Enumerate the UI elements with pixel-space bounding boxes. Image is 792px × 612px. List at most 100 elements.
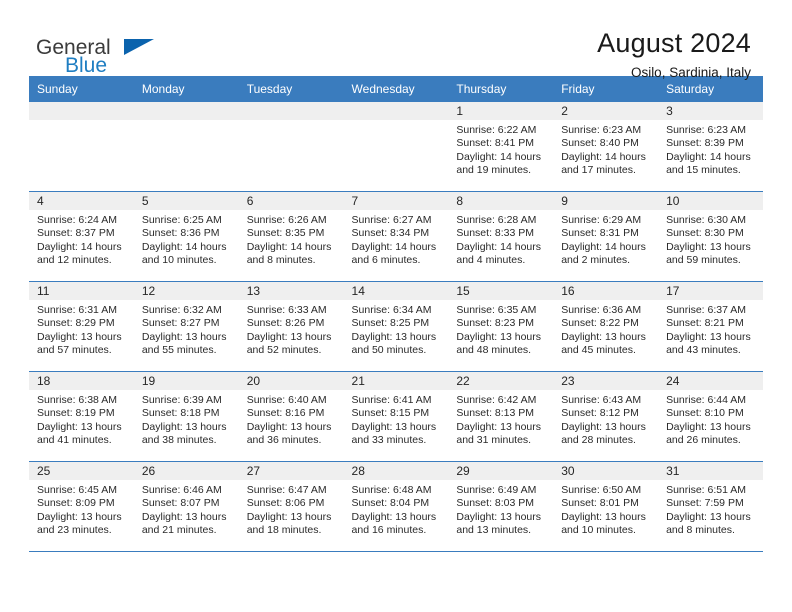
day-cell-inner: 20 Sunrise: 6:40 AM Sunset: 8:16 PM Dayligh… [238, 372, 344, 461]
day-number: 26 [133, 462, 239, 480]
day-detail-line: Daylight: 13 hours [351, 420, 437, 433]
weekday-header-wednesday: Wednesday [343, 76, 449, 102]
day-number: 19 [133, 372, 239, 390]
calendar-day-cell[interactable]: 22 Sunrise: 6:42 AM Sunset: 8:13 PM Dayligh… [448, 371, 554, 462]
day-cell-inner: 29 Sunrise: 6:49 AM Sunset: 8:03 PM Dayligh… [448, 462, 554, 551]
calendar-day-cell[interactable]: 9 Sunrise: 6:29 AM Sunset: 8:31 PM Daylight… [553, 191, 659, 282]
day-sun-details: Sunrise: 6:46 AM Sunset: 8:07 PM Daylight:… [134, 480, 239, 537]
day-sun-details: Sunrise: 6:22 AM Sunset: 8:41 PM Daylight:… [448, 120, 553, 177]
day-number: 8 [448, 192, 554, 210]
day-cell-inner: 25 Sunrise: 6:45 AM Sunset: 8:09 PM Dayligh… [29, 462, 134, 551]
calendar-day-cell[interactable]: 16 Sunrise: 6:36 AM Sunset: 8:22 PM Dayligh… [553, 281, 659, 372]
day-number: 21 [343, 372, 449, 390]
day-detail-line: and 23 minutes. [37, 523, 112, 536]
calendar-day-cell[interactable]: 15 Sunrise: 6:35 AM Sunset: 8:23 PM Dayligh… [448, 281, 554, 372]
day-detail-line: Sunrise: 6:30 AM [666, 214, 747, 226]
day-cell-inner: 14 Sunrise: 6:34 AM Sunset: 8:25 PM Dayligh… [343, 282, 449, 371]
day-sun-details: Sunrise: 6:33 AM Sunset: 8:26 PM Daylight:… [239, 300, 344, 357]
calendar-day-cell[interactable]: 7 Sunrise: 6:27 AM Sunset: 8:34 PM Daylight… [343, 191, 449, 282]
day-number [29, 102, 134, 120]
day-detail-line: and 26 minutes. [666, 433, 741, 446]
day-detail-line: Sunset: 8:22 PM [561, 317, 639, 330]
day-number: 22 [448, 372, 554, 390]
day-detail-line: and 43 minutes. [666, 343, 741, 356]
calendar-day-cell[interactable]: 17 Sunrise: 6:37 AM Sunset: 8:21 PM Dayligh… [658, 281, 763, 372]
day-detail-line: Sunrise: 6:41 AM [351, 394, 432, 406]
day-detail-line: and 6 minutes. [351, 253, 421, 266]
calendar-day-cell[interactable]: 11 Sunrise: 6:31 AM Sunset: 8:29 PM Dayligh… [29, 281, 134, 372]
day-sun-details: Sunrise: 6:29 AM Sunset: 8:31 PM Daylight:… [553, 210, 658, 267]
brand-logo[interactable]: General Blue [30, 28, 180, 78]
day-detail-line: Daylight: 13 hours [351, 510, 437, 523]
day-cell-inner: 2 Sunrise: 6:23 AM Sunset: 8:40 PM Daylight… [553, 102, 659, 191]
day-number: 15 [448, 282, 554, 300]
calendar-day-cell[interactable]: 26 Sunrise: 6:46 AM Sunset: 8:07 PM Dayligh… [133, 461, 239, 551]
day-detail-line: Daylight: 13 hours [456, 330, 542, 343]
day-detail-line: Daylight: 13 hours [351, 330, 437, 343]
calendar-day-cell[interactable]: 5 Sunrise: 6:25 AM Sunset: 8:36 PM Daylight… [133, 191, 239, 282]
day-cell-inner: 12 Sunrise: 6:32 AM Sunset: 8:27 PM Dayligh… [133, 282, 239, 371]
day-cell-inner: 26 Sunrise: 6:46 AM Sunset: 8:07 PM Dayligh… [133, 462, 239, 551]
day-detail-line: Sunset: 8:30 PM [666, 227, 744, 240]
page-title: August 2024 [597, 28, 751, 58]
calendar-day-cell[interactable]: 28 Sunrise: 6:48 AM Sunset: 8:04 PM Dayligh… [343, 461, 449, 551]
calendar-day-cell[interactable]: 12 Sunrise: 6:32 AM Sunset: 8:27 PM Dayligh… [133, 281, 239, 372]
day-cell-inner: 28 Sunrise: 6:48 AM Sunset: 8:04 PM Dayligh… [343, 462, 449, 551]
weekday-header-thursday: Thursday [448, 76, 554, 102]
calendar-day-cell[interactable]: 23 Sunrise: 6:43 AM Sunset: 8:12 PM Dayligh… [553, 371, 659, 462]
day-cell-inner [343, 102, 449, 191]
day-detail-line: and 2 minutes. [561, 253, 631, 266]
calendar-day-cell[interactable]: 1 Sunrise: 6:22 AM Sunset: 8:41 PM Daylight… [448, 102, 554, 192]
day-detail-line: Sunset: 8:19 PM [37, 407, 115, 420]
calendar-day-cell[interactable]: 2 Sunrise: 6:23 AM Sunset: 8:40 PM Daylight… [553, 102, 659, 192]
calendar-day-cell[interactable]: 30 Sunrise: 6:50 AM Sunset: 8:01 PM Dayligh… [553, 461, 659, 551]
day-detail-line: Sunset: 8:25 PM [351, 317, 430, 330]
calendar-table: Sunday Monday Tuesday Wednesday Thursday Frid… [29, 76, 763, 551]
day-detail-line: Sunrise: 6:23 AM [561, 124, 642, 136]
calendar-day-cell[interactable]: 18 Sunrise: 6:38 AM Sunset: 8:19 PM Dayligh… [29, 371, 134, 462]
day-detail-line: Sunrise: 6:36 AM [561, 304, 642, 316]
calendar-day-cell[interactable]: 4 Sunrise: 6:24 AM Sunset: 8:37 PM Daylight… [29, 191, 134, 282]
day-detail-line: Daylight: 13 hours [666, 420, 751, 433]
day-detail-line: Sunrise: 6:22 AM [456, 124, 537, 136]
calendar-week-row: 25 Sunrise: 6:45 AM Sunset: 8:09 PM Dayligh… [29, 461, 763, 551]
day-number: 12 [133, 282, 239, 300]
calendar-day-cell[interactable]: 27 Sunrise: 6:47 AM Sunset: 8:06 PM Dayligh… [238, 461, 344, 551]
day-number [343, 102, 449, 120]
day-detail-line: Sunset: 8:23 PM [456, 317, 535, 330]
day-sun-details [344, 120, 449, 124]
day-sun-details [29, 120, 134, 124]
calendar-day-cell[interactable]: 31 Sunrise: 6:51 AM Sunset: 7:59 PM Dayligh… [658, 461, 763, 551]
calendar-day-cell[interactable]: 20 Sunrise: 6:40 AM Sunset: 8:16 PM Dayligh… [238, 371, 344, 462]
day-number: 10 [658, 192, 763, 210]
day-sun-details: Sunrise: 6:30 AM Sunset: 8:30 PM Daylight:… [658, 210, 763, 267]
calendar-day-cell[interactable]: 24 Sunrise: 6:44 AM Sunset: 8:10 PM Dayligh… [658, 371, 763, 462]
calendar-day-cell[interactable]: 19 Sunrise: 6:39 AM Sunset: 8:18 PM Dayligh… [133, 371, 239, 462]
calendar-day-cell[interactable]: 21 Sunrise: 6:41 AM Sunset: 8:15 PM Dayligh… [343, 371, 449, 462]
day-number: 3 [658, 102, 763, 120]
calendar-day-cell[interactable]: 10 Sunrise: 6:30 AM Sunset: 8:30 PM Dayligh… [658, 191, 763, 282]
day-cell-inner: 31 Sunrise: 6:51 AM Sunset: 7:59 PM Dayligh… [658, 462, 763, 551]
day-detail-line: Sunrise: 6:38 AM [37, 394, 117, 406]
calendar-week-row: 11 Sunrise: 6:31 AM Sunset: 8:29 PM Dayligh… [29, 281, 763, 372]
day-detail-line: Daylight: 14 hours [561, 150, 646, 163]
weekday-header-sunday: Sunday [29, 76, 134, 102]
day-cell-inner: 13 Sunrise: 6:33 AM Sunset: 8:26 PM Dayligh… [238, 282, 344, 371]
calendar-day-cell[interactable]: 14 Sunrise: 6:34 AM Sunset: 8:25 PM Dayligh… [343, 281, 449, 372]
day-detail-line: Daylight: 13 hours [561, 330, 646, 343]
calendar-day-cell[interactable]: 8 Sunrise: 6:28 AM Sunset: 8:33 PM Daylight… [448, 191, 554, 282]
day-sun-details: Sunrise: 6:40 AM Sunset: 8:16 PM Daylight:… [239, 390, 344, 447]
day-detail-line: Daylight: 14 hours [246, 240, 332, 253]
day-sun-details: Sunrise: 6:32 AM Sunset: 8:27 PM Daylight:… [134, 300, 239, 357]
day-detail-line: Sunrise: 6:51 AM [666, 484, 747, 496]
calendar-day-cell[interactable]: 29 Sunrise: 6:49 AM Sunset: 8:03 PM Dayligh… [448, 461, 554, 551]
calendar-day-cell[interactable]: 25 Sunrise: 6:45 AM Sunset: 8:09 PM Dayligh… [29, 461, 134, 551]
day-detail-line: Sunset: 8:01 PM [561, 497, 639, 510]
calendar-day-cell[interactable]: 6 Sunrise: 6:26 AM Sunset: 8:35 PM Daylight… [238, 191, 344, 282]
calendar-day-cell[interactable]: 13 Sunrise: 6:33 AM Sunset: 8:26 PM Dayligh… [238, 281, 344, 372]
calendar-day-cell[interactable]: 3 Sunrise: 6:23 AM Sunset: 8:39 PM Daylight… [658, 102, 763, 192]
day-sun-details: Sunrise: 6:39 AM Sunset: 8:18 PM Daylight:… [134, 390, 239, 447]
day-detail-line: Daylight: 13 hours [561, 510, 646, 523]
day-detail-line: Sunset: 8:37 PM [37, 227, 115, 240]
day-detail-line: Sunrise: 6:49 AM [456, 484, 537, 496]
